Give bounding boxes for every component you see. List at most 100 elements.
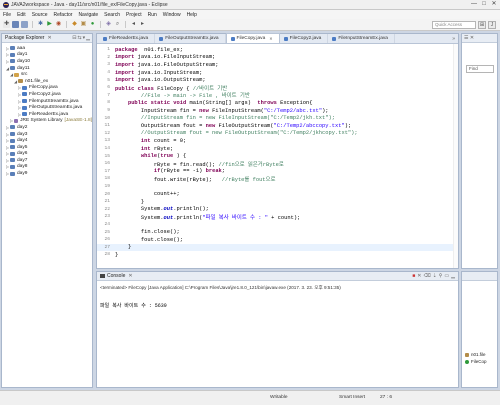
code-line[interactable]: 11 OutputStream fout = new FileOutputStr… [97, 122, 453, 130]
tab-list-icon[interactable]: » [452, 36, 455, 42]
editor-tab[interactable]: FileInputStreamEx.java [328, 34, 395, 43]
clear-console-icon[interactable]: ⌫ [423, 273, 430, 279]
remove-launch-icon[interactable]: ✕ [417, 273, 421, 279]
menu-file[interactable]: File [3, 12, 11, 18]
pin-console-icon[interactable]: ⚲ [439, 273, 443, 279]
tree-item[interactable]: ▷ FileCopy.java [2, 85, 92, 92]
code-line[interactable]: 20 count++; [97, 190, 453, 198]
external-tools-icon[interactable]: ◉ [55, 21, 62, 28]
code-line[interactable]: 25 fin.close(); [97, 228, 453, 236]
editor-tab[interactable]: FileReaderEx.java [99, 34, 156, 43]
minimize-view-icon[interactable]: ▁ [86, 35, 90, 41]
minimize-button[interactable]: — [470, 1, 478, 8]
new-class-icon[interactable]: ● [89, 21, 96, 28]
code-line[interactable]: 2 import java.io.FileInputStream; [97, 54, 453, 62]
debug-icon[interactable]: ✱ [37, 21, 44, 28]
close-icon[interactable]: ✕ [128, 273, 132, 279]
menu-refactor[interactable]: Refactor [54, 12, 73, 18]
code-line[interactable]: 24 [97, 221, 453, 229]
code-line[interactable]: 3 import java.io.FileOutputStream; [97, 61, 453, 69]
code-line[interactable]: 7 //File -> main -> File , 바이트 기반 [97, 92, 453, 100]
tree-item[interactable]: ◢ src [2, 71, 92, 78]
tree-item[interactable]: ▷ day8 [2, 164, 92, 171]
menu-window[interactable]: Window [163, 12, 181, 18]
tree-item[interactable]: ▷ day6 [2, 151, 92, 158]
tree-item[interactable]: ▷ day10 [2, 58, 92, 65]
code-line[interactable]: 28} [97, 251, 453, 259]
tree-item[interactable]: ▷ day5 [2, 144, 92, 151]
new-icon[interactable]: ✚ [3, 21, 10, 28]
quick-access-input[interactable]: Quick Access [432, 21, 476, 29]
outline-package-item[interactable]: n01.file [462, 351, 497, 358]
view-menu-icon[interactable]: ▾ [83, 35, 86, 41]
link-editor-icon[interactable]: ⇆ [77, 35, 81, 41]
save-icon[interactable] [12, 21, 19, 28]
tree-item[interactable]: ▷ day7 [2, 157, 92, 164]
code-line[interactable]: 18 fout.write(rByte); //rByte를 fout으로 [97, 175, 453, 183]
code-line[interactable]: 12 //OutputStream fout = new FileOutputS… [97, 130, 453, 138]
code-line[interactable]: 1 package n01.file_ex; [97, 46, 453, 54]
overview-ruler[interactable] [453, 44, 458, 268]
terminate-icon[interactable]: ■ [412, 273, 415, 279]
code-line[interactable]: 8 public static void main(String[] args)… [97, 99, 453, 107]
menu-search[interactable]: Search [104, 12, 120, 18]
menu-help[interactable]: Help [187, 12, 197, 18]
find-input[interactable]: Find [466, 65, 494, 73]
tree-item[interactable]: ▷ day4 [2, 137, 92, 144]
code-line[interactable]: 13 int count = 0; [97, 137, 453, 145]
tree-item[interactable]: ▷ JRE System Library [JavaSE-1.8] [2, 118, 92, 125]
open-type-icon[interactable]: ◈ [105, 21, 112, 28]
console-title[interactable]: Console [107, 273, 125, 279]
code-line[interactable]: 21 } [97, 198, 453, 206]
tree-item[interactable]: ▷ FileInputStreamEx.java [2, 98, 92, 105]
code-line[interactable]: 4 import java.io.InputStream; [97, 69, 453, 77]
new-package-icon[interactable]: ▣ [80, 21, 87, 28]
tree-item[interactable]: ◢ n01.file_ex [2, 78, 92, 85]
tree-item[interactable]: ▷ day1 [2, 52, 92, 59]
code-line[interactable]: 27 } [97, 243, 453, 252]
menu-source[interactable]: Source [32, 12, 48, 18]
code-line[interactable]: 16 rByte = fin.read(); //fin으로 읽은거rByte로 [97, 160, 453, 168]
editor-tab[interactable]: FileCopy.java ✕ [225, 33, 280, 43]
code-line[interactable]: 14 int rByte; [97, 145, 453, 153]
scroll-lock-icon[interactable]: ⇣ [433, 273, 437, 279]
run-icon[interactable]: ▶ [46, 21, 53, 28]
tree-item[interactable]: ▷ FileReaderEx.java [2, 111, 92, 118]
tree-item[interactable]: ▷ day3 [2, 131, 92, 138]
save-all-icon[interactable] [21, 21, 28, 28]
outline-class-item[interactable]: FileCop [462, 358, 497, 365]
editor-tab[interactable]: FileOutputStreamEx.java [155, 34, 226, 43]
code-line[interactable]: 23 System.out.println("파일 복사 바이트 수 : " +… [97, 213, 453, 221]
close-tab-icon[interactable]: ✕ [269, 34, 272, 43]
menu-run[interactable]: Run [148, 12, 157, 18]
code-line[interactable]: 9 InputStream fin = new FileInputStream(… [97, 107, 453, 115]
tree-item[interactable]: ▷ day2 [2, 124, 92, 131]
display-console-icon[interactable]: ▭ [444, 273, 449, 279]
new-java-project-icon[interactable]: ◆ [71, 21, 78, 28]
code-line[interactable]: 10 //InputStream fin = new FileInputStre… [97, 114, 453, 122]
collapse-all-icon[interactable]: ⊟ [72, 35, 76, 41]
search-icon[interactable]: ⌕ [114, 21, 121, 28]
code-area[interactable]: 1 package n01.file_ex; 2 import java.io.Fil… [97, 44, 458, 268]
java-perspective-icon[interactable]: J [488, 21, 496, 29]
tree-item[interactable]: ▷ FileOutputStreamEx.java [2, 104, 92, 111]
open-perspective-icon[interactable]: ⊞ [478, 21, 486, 29]
close-icon[interactable]: ✕ [47, 35, 51, 41]
tree-item[interactable]: ▷ FileCopy2.java [2, 91, 92, 98]
close-button[interactable]: ✕ [490, 1, 498, 8]
maximize-button[interactable]: □ [480, 1, 488, 8]
code-line[interactable]: 19 [97, 183, 453, 191]
menu-project[interactable]: Project [126, 12, 142, 18]
tree-item[interactable]: ▷ day9 [2, 170, 92, 177]
back-icon[interactable]: ◂ [130, 21, 137, 28]
editor-tab[interactable]: FileCopy2.java [280, 34, 329, 43]
minimize-view-icon[interactable]: ▁ [451, 273, 455, 279]
tree-item[interactable]: ▷ aaa [2, 45, 92, 52]
code-line[interactable]: 26 fout.close(); [97, 236, 453, 244]
menu-edit[interactable]: Edit [17, 12, 26, 18]
outline-icon[interactable]: ☰ ✕ [464, 35, 474, 41]
package-explorer-title[interactable]: Package Explorer [5, 35, 44, 41]
tree-item[interactable]: ◢ day11 [2, 65, 92, 72]
menu-navigate[interactable]: Navigate [78, 12, 98, 18]
forward-icon[interactable]: ▸ [139, 21, 146, 28]
